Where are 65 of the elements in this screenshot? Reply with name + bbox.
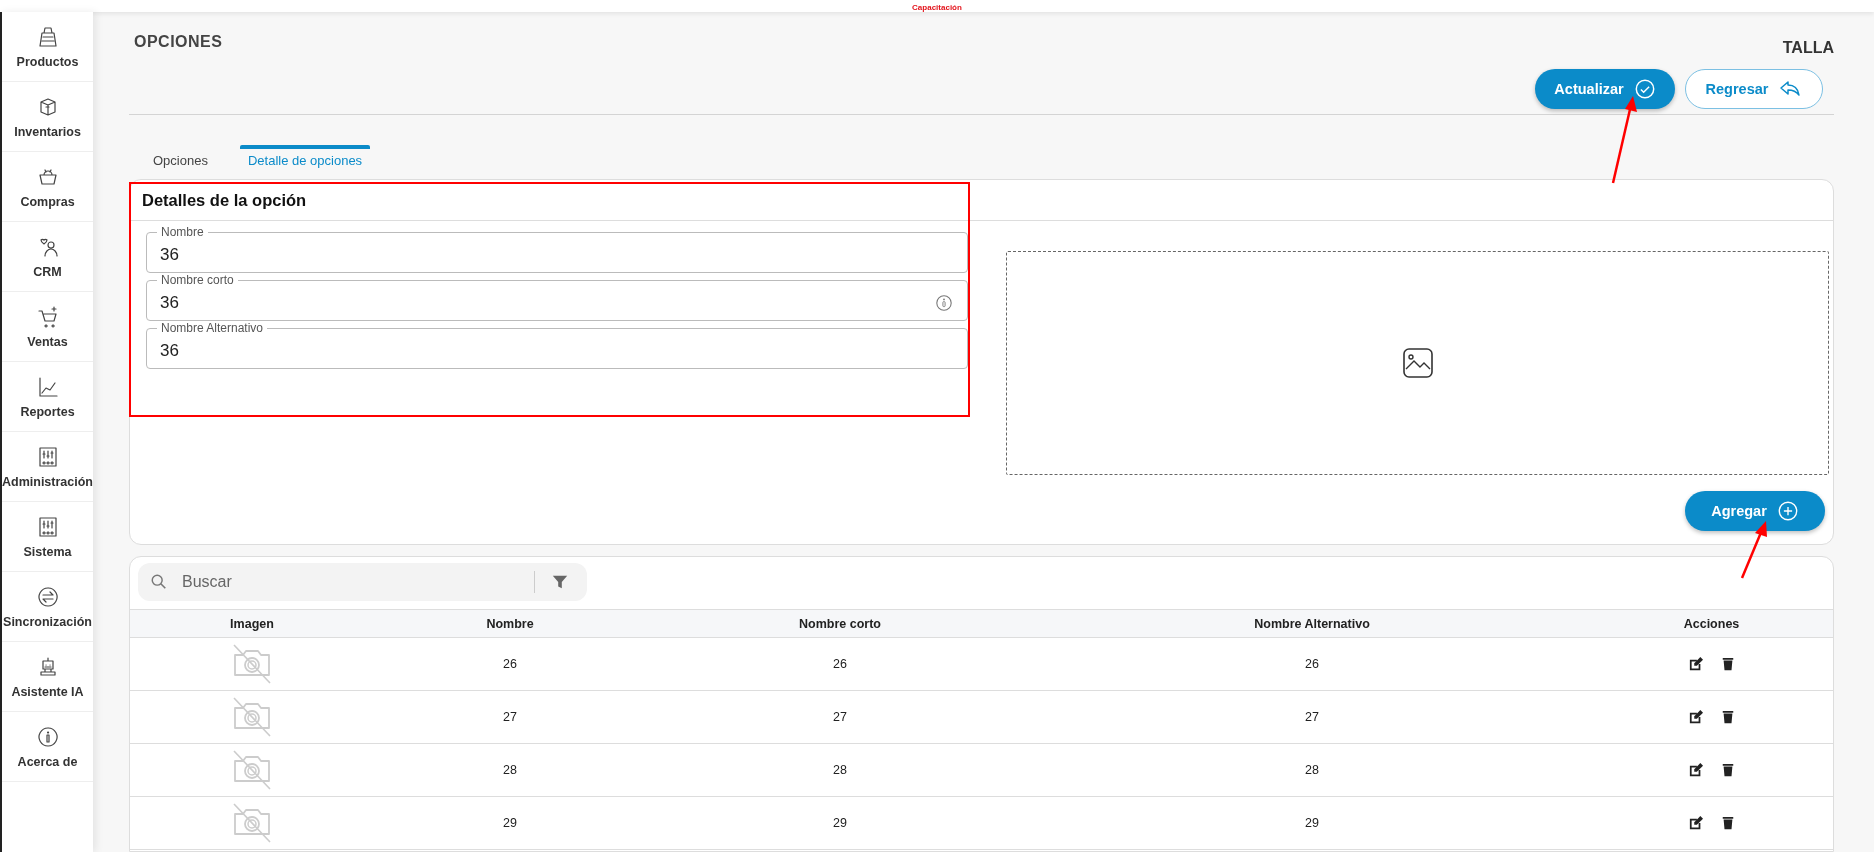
tab[interactable]: Opciones [145,145,216,170]
check-icon [1633,78,1656,100]
info-icon[interactable] [935,294,953,312]
delete-icon[interactable] [1720,710,1735,724]
sidebar-item[interactable]: Sistema [2,502,93,572]
delete-icon[interactable] [1720,763,1735,777]
menu-icon [35,584,60,609]
column-header: Acciones [1682,616,1741,631]
table-cell: 29 [503,816,517,830]
field-value-input[interactable]: 36 [147,293,935,313]
column-header: Imagen [229,616,275,631]
no-photo-icon [231,643,273,685]
menu-icon [35,724,60,749]
table-cell: 27 [1305,710,1319,724]
table-cell: 29 [1305,816,1319,830]
text-field[interactable]: Nombre corto 36 [146,273,968,321]
edit-icon[interactable] [1688,763,1703,777]
table-cell: 26 [1305,657,1319,671]
column-header: Nombre corto [798,616,882,631]
field-value-input[interactable]: 36 [147,341,967,361]
entity-title: TALLA [1782,39,1834,57]
no-photo-icon [231,749,273,791]
sidebar-item[interactable]: Compras [2,152,93,222]
edit-icon[interactable] [1688,657,1703,671]
table-cell: 28 [833,763,847,777]
sidebar-item[interactable]: Acerca de [2,712,93,782]
column-header: Nombre [485,616,535,631]
search-bar[interactable]: Buscar [138,563,587,601]
text-field[interactable]: Nombre Alternativo 36 [146,321,968,369]
plus-circle-icon [1776,500,1799,522]
add-button[interactable]: Agregar [1685,491,1825,531]
table-cell: 26 [503,657,517,671]
edit-icon[interactable] [1688,816,1703,830]
sidebar-item[interactable]: Administración [2,432,93,502]
edit-icon[interactable] [1688,710,1703,724]
sidebar-item[interactable]: CRM [2,222,93,292]
back-button[interactable]: Regresar [1685,69,1823,109]
sidebar-item[interactable]: Asistente IA [2,642,93,712]
table-cell: 26 [833,657,847,671]
sidebar-item[interactable]: Inventarios [2,82,93,152]
table-cell: 28 [503,763,517,777]
no-photo-icon [231,696,273,738]
delete-icon[interactable] [1720,657,1735,671]
table-cell: 29 [833,816,847,830]
text-field[interactable]: Nombre 36 [146,225,968,273]
sidebar-item[interactable]: Reportes [2,362,93,432]
field-value-input[interactable]: 36 [147,245,967,265]
search-icon [150,573,168,591]
column-header: Nombre Alternativo [1253,616,1371,631]
app-name-label: Capacitación [912,3,962,12]
sidebar-item[interactable]: Sincronización [2,572,93,642]
page-title: OPCIONES [134,33,223,50]
filter-icon[interactable] [551,573,569,591]
delete-icon[interactable] [1720,816,1735,830]
sidebar-item[interactable]: Productos [2,12,93,82]
search-input[interactable]: Buscar [180,572,522,592]
table-cell: 27 [833,710,847,724]
sidebar-item[interactable]: Ventas [2,292,93,362]
tab[interactable]: Detalle de opciones [239,145,371,170]
update-button[interactable]: Actualizar [1535,69,1675,109]
table-cell: 27 [503,710,517,724]
image-icon [1401,347,1434,379]
no-photo-icon [231,802,273,844]
table-cell: 28 [1305,763,1319,777]
card-title: Detalles de la opción [142,190,307,210]
